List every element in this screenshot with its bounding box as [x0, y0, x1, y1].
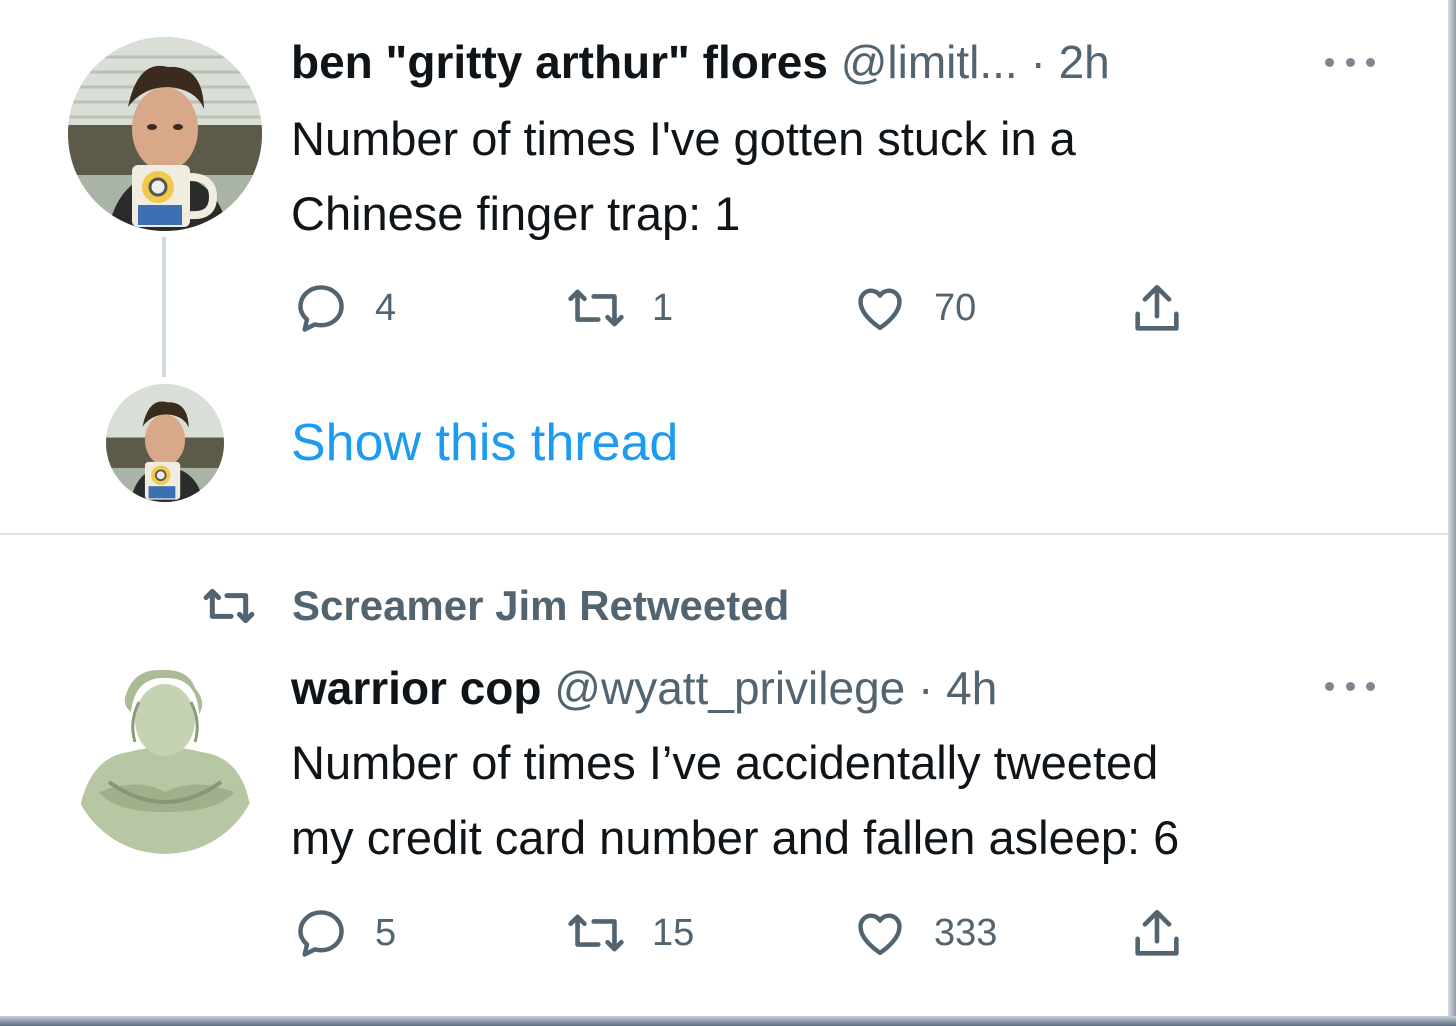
like-button[interactable]: 70 [852, 280, 976, 336]
thread-connector-line [162, 237, 166, 377]
window-edge-right [1448, 0, 1456, 1026]
retweet-button[interactable]: 15 [566, 905, 694, 961]
timeline: ben "gritty arthur" flores @limitl... · … [0, 0, 1456, 1026]
show-thread-link[interactable]: Show this thread [291, 408, 678, 478]
retweet-context[interactable]: Screamer Jim Retweeted [196, 581, 789, 631]
retweet-count: 15 [652, 911, 695, 954]
like-count: 70 [934, 286, 977, 329]
retweet-context-label: Screamer Jim Retweeted [292, 582, 790, 629]
like-button[interactable]: 333 [852, 905, 997, 961]
avatar-small[interactable] [106, 384, 224, 502]
more-icon[interactable] [1325, 679, 1375, 693]
tweet-text: Number of times I've gotten stuck in a C… [291, 112, 1076, 240]
tweet-text: Number of times I’ve accidentally tweete… [291, 736, 1180, 864]
share-icon [1135, 909, 1179, 956]
share-button[interactable] [1128, 280, 1186, 338]
share-button[interactable] [1128, 905, 1186, 963]
reply-count: 4 [375, 286, 397, 329]
reply-button[interactable]: 4 [293, 280, 396, 336]
more-icon[interactable] [1325, 55, 1375, 69]
reply-icon [298, 910, 344, 957]
reply-button[interactable]: 5 [293, 905, 396, 961]
tweet[interactable]: ben "gritty arthur" flores @limitl... · … [0, 0, 1448, 534]
user-handle[interactable]: @wyatt_privilege [554, 662, 905, 714]
reply-icon [298, 285, 344, 332]
retweet-count: 1 [652, 286, 674, 329]
like-icon [858, 288, 902, 331]
separator-dot: · [918, 662, 934, 714]
retweet-icon [203, 588, 255, 624]
user-handle[interactable]: @limitl... [841, 36, 1018, 88]
window-edge-bottom [0, 1016, 1456, 1026]
share-icon [1135, 284, 1179, 331]
like-icon [858, 913, 902, 956]
tweet-header: ben "gritty arthur" flores @limitl... · … [291, 34, 1110, 90]
avatar[interactable] [68, 37, 262, 231]
timestamp[interactable]: 4h [946, 662, 997, 714]
retweet-icon [568, 914, 624, 952]
like-count: 333 [934, 911, 998, 954]
avatar[interactable] [69, 662, 261, 854]
retweet-icon [568, 289, 624, 327]
retweet-button[interactable]: 1 [566, 280, 673, 336]
timestamp[interactable]: 2h [1059, 36, 1110, 88]
tweet-header: warrior cop @wyatt_privilege · 4h [291, 660, 997, 716]
separator-dot: · [1030, 36, 1046, 88]
display-name[interactable]: ben "gritty arthur" flores [291, 36, 828, 88]
reply-count: 5 [375, 911, 397, 954]
display-name[interactable]: warrior cop [291, 662, 542, 714]
tweet[interactable]: Screamer Jim Retweeted warrior cop @wyat… [0, 535, 1448, 1015]
